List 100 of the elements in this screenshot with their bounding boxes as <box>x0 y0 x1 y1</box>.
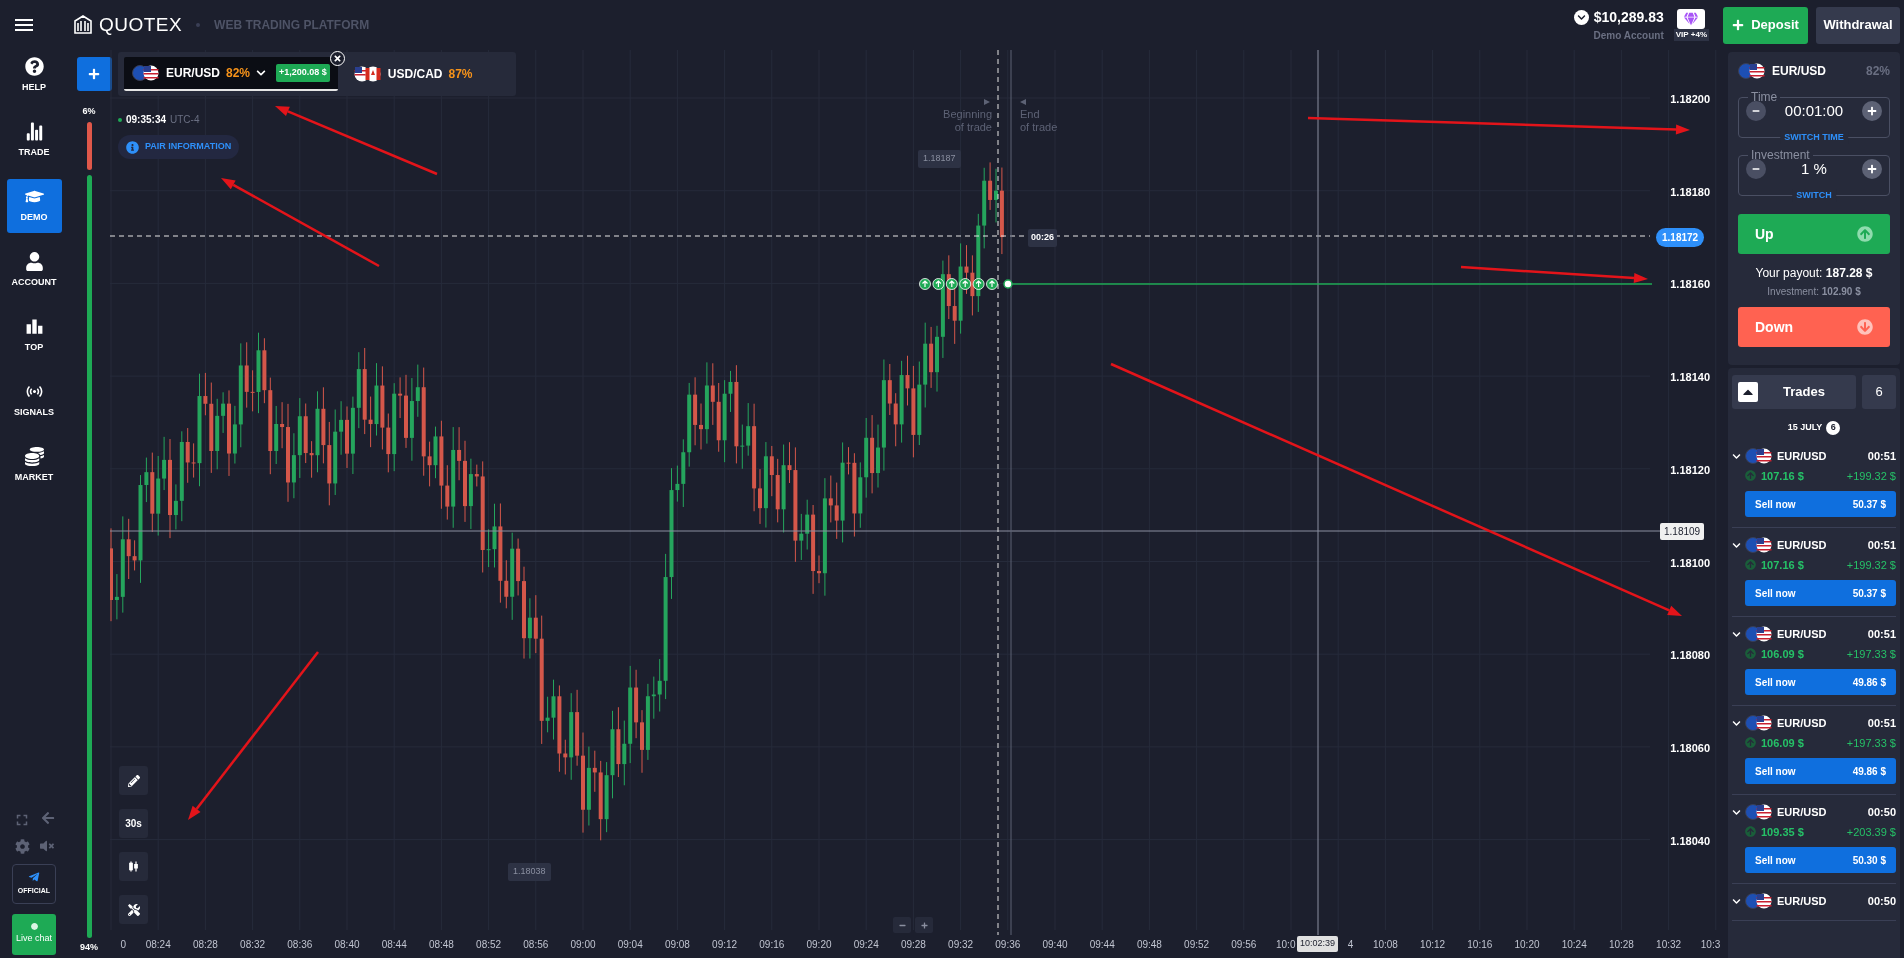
caret-up-icon <box>1738 382 1758 402</box>
minus-icon[interactable] <box>1746 159 1766 180</box>
flags-icon <box>1745 804 1773 821</box>
trade-profit: +203.39 $ <box>1846 824 1896 840</box>
payout-percent: 87% <box>448 66 473 83</box>
arrow-left-icon <box>1020 99 1026 105</box>
price-axis-label: 1.18160 <box>1669 277 1710 293</box>
trade-amount: 107.16 $ <box>1761 468 1804 484</box>
time-axis-label: 09:08 <box>663 938 691 952</box>
time-axis-label: 08:40 <box>333 938 361 952</box>
price-axis-label: 1.18140 <box>1669 370 1710 386</box>
timezone-text: UTC-4 <box>170 113 200 127</box>
sidebar-item[interactable]: SIGNALS <box>6 374 62 428</box>
trade-pair: EUR/USD <box>1777 538 1827 553</box>
arrow-left-icon[interactable] <box>41 811 55 825</box>
settings-icon[interactable] <box>14 839 30 854</box>
arrow-up-icon <box>1745 470 1756 482</box>
time-axis-label: 10:28 <box>1607 938 1635 952</box>
sidebar-item[interactable]: HELP <box>6 49 62 103</box>
sidebar-item[interactable]: TRADE <box>6 114 62 168</box>
time-axis-label: 09:56 <box>1230 938 1258 952</box>
beginning-of-trade-label: Beginning of trade <box>942 108 992 134</box>
trade-marker-icon <box>919 278 931 290</box>
countdown-tag: 00:26 <box>1028 229 1058 247</box>
help-icon <box>24 57 44 77</box>
flags-icon <box>1745 893 1773 910</box>
pair-name: EUR/USD <box>1772 63 1826 80</box>
chevron-down-icon[interactable] <box>1732 718 1741 728</box>
time-axis-label: 08:52 <box>475 938 503 952</box>
date-count-badge: 6 <box>1826 421 1841 435</box>
trade-time: 00:50 <box>1867 805 1896 820</box>
time-axis-label: 09:52 <box>1183 938 1211 952</box>
sentiment-down-text: 94% <box>80 940 98 954</box>
trade-marker-icon <box>986 278 998 290</box>
sell-now-button[interactable]: Sell now 50.37 $ <box>1745 491 1896 517</box>
clock-text: 09:35:34 <box>126 113 167 127</box>
price-axis-label: 1.18120 <box>1669 462 1710 478</box>
pair-information-button[interactable]: PAIR INFORMATION <box>118 135 240 159</box>
user-icon <box>24 252 44 272</box>
sell-now-button[interactable]: Sell now 50.30 $ <box>1745 847 1896 873</box>
pencil-icon <box>127 774 140 787</box>
time-axis-label: 09:12 <box>711 938 739 952</box>
arrow-up-icon <box>1857 226 1873 242</box>
timeframe-button[interactable]: 30s <box>119 809 148 838</box>
price-axis-label: 1.18100 <box>1669 555 1710 571</box>
add-asset-button[interactable] <box>76 57 112 91</box>
chevron-down-icon[interactable] <box>1732 540 1741 550</box>
sidebar-item[interactable]: DEMO <box>6 179 62 233</box>
sidebar-item[interactable]: TOP <box>6 309 62 363</box>
info-icon <box>126 140 139 154</box>
muted-speaker-icon[interactable] <box>39 839 54 853</box>
plus-icon <box>920 921 928 929</box>
chevron-down-icon[interactable] <box>256 68 267 78</box>
time-axis-label: 09:20 <box>805 938 833 952</box>
minus-icon[interactable] <box>1746 101 1766 122</box>
chevron-down-icon[interactable] <box>1732 807 1741 817</box>
chevron-down-icon[interactable] <box>1732 896 1741 906</box>
indicators-button[interactable] <box>119 895 148 924</box>
trade-time: 00:51 <box>1867 538 1896 553</box>
balance-text: $10,289.83 <box>1593 8 1664 27</box>
sidebar-item[interactable]: MARKET <box>6 439 62 493</box>
chart-type-button[interactable] <box>119 852 148 881</box>
trade-marker-icon <box>972 278 985 290</box>
time-axis-label: 09:32 <box>947 938 975 952</box>
asset-tab[interactable]: EUR/USD 82% +1,200.08 $ <box>124 57 338 91</box>
trade-marker-icon <box>932 278 945 290</box>
time-axis-label: 08:48 <box>427 938 455 952</box>
trade-pair: EUR/USD <box>1777 716 1827 731</box>
platform-subtitle: WEB TRADING PLATFORM <box>214 17 370 34</box>
plus-icon[interactable] <box>1862 159 1882 180</box>
price-axis-label: 1.18060 <box>1669 740 1710 756</box>
sell-now-button[interactable]: Sell now 49.86 $ <box>1745 669 1896 695</box>
zoom-in-button[interactable] <box>915 917 933 933</box>
plus-icon[interactable] <box>1862 101 1882 122</box>
withdrawal-button[interactable]: Withdrawal <box>1816 6 1900 44</box>
chevron-down-icon[interactable] <box>1732 451 1741 461</box>
time-axis-label: 09:40 <box>1041 938 1069 952</box>
plus-icon <box>88 68 100 80</box>
time-axis-label: 08:28 <box>191 938 219 952</box>
tools-icon <box>127 903 140 916</box>
sell-now-button[interactable]: Sell now 49.86 $ <box>1745 758 1896 784</box>
arrow-up-icon <box>1745 559 1756 571</box>
trade-pair: EUR/USD <box>1777 627 1827 642</box>
draw-tool-button[interactable] <box>119 766 148 795</box>
trade-time: 00:51 <box>1867 449 1896 464</box>
trade-marker-icon <box>945 278 958 290</box>
trades-toggle-button[interactable]: Trades <box>1732 375 1856 409</box>
trade-amount: 107.16 $ <box>1761 557 1804 573</box>
sell-now-button[interactable]: Sell now 50.37 $ <box>1745 580 1896 606</box>
time-axis-label: 0 <box>119 938 126 952</box>
trade-profit: +197.33 $ <box>1846 735 1896 751</box>
profit-badge: +1,200.08 $ <box>276 64 330 82</box>
chevron-down-icon[interactable] <box>1732 629 1741 639</box>
trade-amount: 109.35 $ <box>1761 824 1804 840</box>
flags-icon <box>353 66 382 82</box>
end-of-trade-label: End of trade <box>1020 108 1058 134</box>
asset-tab[interactable]: USD/CAD 87% <box>345 57 481 91</box>
arrow-up-icon <box>1745 737 1756 749</box>
crosshair-price-tag: 1.18109 <box>1660 523 1705 540</box>
sidebar-item[interactable]: ACCOUNT <box>6 244 62 298</box>
